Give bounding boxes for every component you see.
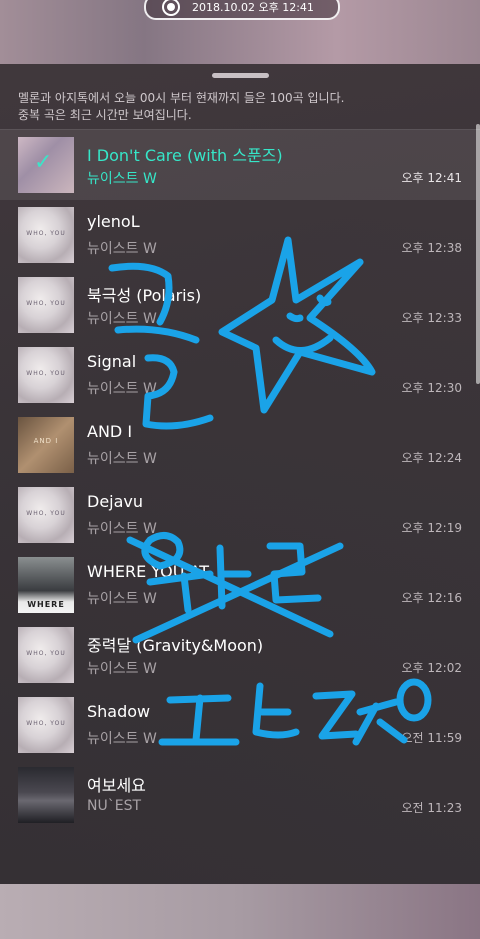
record-icon[interactable] — [162, 0, 180, 16]
song-artist: 뉴이스트 W — [87, 311, 157, 327]
song-row[interactable]: 여보세요 NU`EST 오전 11:23 — [0, 760, 476, 830]
album-cover: WHO, YOU — [18, 697, 74, 753]
album-cover: WHO, YOU — [18, 207, 74, 263]
recent-songs-panel: 멜론과 아지톡에서 오늘 00시 부터 현재까지 들은 100곡 입니다. 중복… — [0, 64, 480, 884]
song-artist: 뉴이스트 W — [87, 661, 157, 677]
played-time: 오후 12:30 — [401, 381, 462, 395]
album-cover: WHO, YOU — [18, 347, 74, 403]
drag-handle[interactable] — [212, 73, 269, 78]
info-line-1: 멜론과 아지톡에서 오늘 00시 부터 현재까지 들은 100곡 입니다. — [18, 91, 345, 105]
song-title: 북극성 (Polaris) — [87, 286, 202, 305]
song-row[interactable]: WHO, YOU 북극성 (Polaris) 뉴이스트 W 오후 12:33 — [0, 270, 476, 340]
info-text: 멜론과 아지톡에서 오늘 00시 부터 현재까지 들은 100곡 입니다. 중복… — [18, 90, 344, 124]
song-title: 중력달 (Gravity&Moon) — [87, 636, 264, 655]
screen-recorder-pill[interactable]: 2018.10.02 오후 12:41 — [144, 0, 340, 20]
song-artist: NU`EST — [87, 798, 142, 814]
song-title: Shadow — [87, 702, 151, 721]
song-artist: 뉴이스트 W — [87, 591, 157, 607]
song-title: Dejavu — [87, 492, 144, 511]
song-title: Signal — [87, 352, 137, 371]
album-cover: WHO, YOU — [18, 487, 74, 543]
scrollbar[interactable] — [476, 124, 480, 384]
played-time: 오후 12:33 — [401, 311, 462, 325]
song-title: 여보세요 — [87, 776, 146, 795]
played-time: 오전 11:59 — [401, 731, 462, 745]
bottom-background — [0, 884, 480, 939]
song-title: WHERE YOU AT — [87, 562, 210, 581]
song-artist: 뉴이스트 W — [87, 381, 157, 397]
song-artist: 뉴이스트 W — [87, 241, 157, 257]
album-cover: WHO, YOU — [18, 277, 74, 333]
song-title: ylenoL — [87, 212, 140, 231]
song-title: I Don't Care (with 스푼즈) — [87, 146, 283, 165]
song-row[interactable]: WHO, YOU 중력달 (Gravity&Moon) 뉴이스트 W 오후 12… — [0, 620, 476, 690]
song-artist: 뉴이스트 W — [87, 521, 157, 537]
song-title: AND I — [87, 422, 133, 441]
song-row[interactable]: AND I AND I 뉴이스트 W 오후 12:24 — [0, 410, 476, 480]
played-time: 오후 12:19 — [401, 521, 462, 535]
song-row[interactable]: WHO, YOU ylenoL 뉴이스트 W 오후 12:38 — [0, 200, 476, 270]
song-artist: 뉴이스트 W — [87, 731, 157, 747]
album-cover: WHERE — [18, 557, 74, 613]
song-row[interactable]: ✓ I Don't Care (with 스푼즈) 뉴이스트 W 오후 12:4… — [0, 130, 476, 200]
song-row[interactable]: WHO, YOU Shadow 뉴이스트 W 오전 11:59 — [0, 690, 476, 760]
played-time: 오후 12:02 — [401, 661, 462, 675]
song-row[interactable]: WHO, YOU Dejavu 뉴이스트 W 오후 12:19 — [0, 480, 476, 550]
song-artist: 뉴이스트 W — [87, 171, 157, 187]
song-row[interactable]: WHO, YOU Signal 뉴이스트 W 오후 12:30 — [0, 340, 476, 410]
song-row[interactable]: WHERE WHERE YOU AT 뉴이스트 W 오후 12:16 — [0, 550, 476, 620]
played-time: 오후 12:16 — [401, 591, 462, 605]
song-artist: 뉴이스트 W — [87, 451, 157, 467]
check-icon: ✓ — [34, 150, 53, 175]
album-cover: AND I — [18, 417, 74, 473]
datetime-text: 2018.10.02 오후 12:41 — [192, 1, 314, 14]
played-time: 오후 12:38 — [401, 241, 462, 255]
played-time: 오전 11:23 — [401, 801, 462, 815]
played-time: 오후 12:24 — [401, 451, 462, 465]
album-cover: WHO, YOU — [18, 627, 74, 683]
info-line-2: 중복 곡은 최근 시간만 보여집니다. — [18, 108, 192, 122]
played-time: 오후 12:41 — [401, 171, 462, 185]
album-cover — [18, 767, 74, 823]
